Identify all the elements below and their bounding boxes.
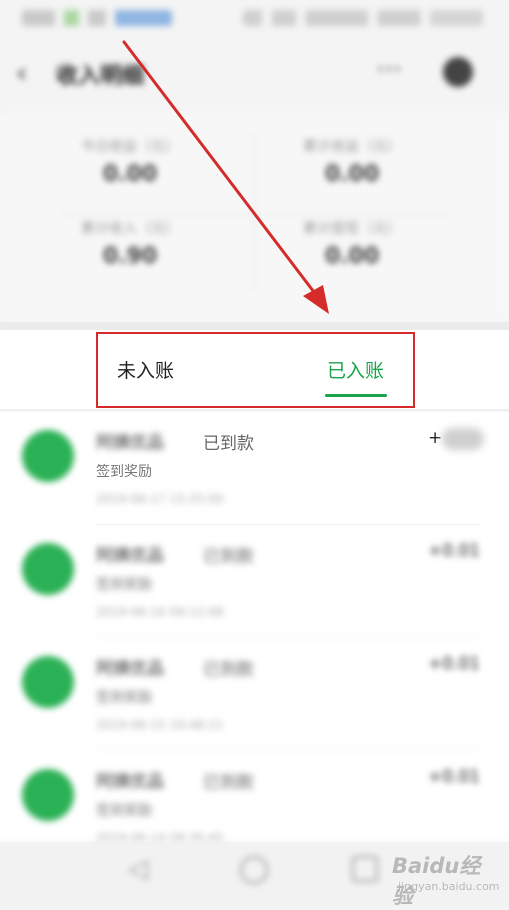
stats-divider-vertical (254, 132, 255, 292)
stat-total-income: 累计收入（元） 0.90 (40, 218, 220, 269)
amount-redaction (442, 428, 484, 450)
stats-divider-horizontal (60, 214, 450, 215)
tabs-divider (0, 409, 509, 410)
item-name: 阿姨优品 (96, 659, 164, 679)
status-bar-right-icons (243, 10, 483, 26)
list-item[interactable]: 阿姨优品 已到款 +0.01 签到奖励 2019-06-15 10:48:21 (0, 638, 509, 751)
item-name: 阿姨优品 (96, 546, 164, 566)
nav-back-icon[interactable]: ◁ (128, 854, 148, 884)
item-name: 阿姨优品 (96, 772, 164, 792)
item-description: 签到奖励 (96, 464, 152, 480)
item-status: 已到款 (203, 434, 254, 454)
app-header: ‹ 收入明细 ⋯ (0, 42, 509, 102)
page-title: 收入明细 (56, 64, 145, 89)
more-icon[interactable]: ⋯ (376, 54, 402, 84)
annotation-highlight-box (96, 332, 415, 408)
merchant-avatar (22, 656, 74, 708)
stat-label: 累计收益（元） (303, 139, 401, 155)
merchant-avatar (22, 769, 74, 821)
merchant-avatar (22, 430, 74, 482)
item-date: 2019-06-15 10:48:21 (96, 718, 224, 732)
item-description: 签到奖励 (96, 577, 152, 593)
item-amount: +0.01 (428, 541, 481, 561)
item-name: 阿姨优品 (96, 433, 164, 453)
stat-value: 0.00 (324, 162, 380, 187)
item-amount: +0.01 (428, 767, 481, 787)
item-description: 签到奖励 (96, 690, 152, 706)
stat-label: 今日收益（元） (81, 139, 179, 155)
baidu-watermark: Baidu经验 jingyan.baidu.com (392, 850, 500, 908)
merchant-avatar (22, 543, 74, 595)
nav-home-icon[interactable] (240, 856, 268, 884)
settings-icon[interactable] (443, 57, 473, 87)
item-status: 已到款 (203, 660, 254, 680)
status-bar (0, 0, 509, 38)
stat-value: 0.00 (324, 244, 380, 269)
stat-value: 0.00 (102, 162, 158, 187)
list-item[interactable]: 阿姨优品 已到款 + 签到奖励 2019-06-17 15:25:00 (0, 412, 509, 525)
earnings-summary: 今日收益（元） 0.00 累计收益（元） 0.00 累计收入（元） 0.90 累… (0, 112, 509, 322)
nav-recent-icon[interactable] (352, 856, 378, 882)
list-item[interactable]: 阿姨优品 已到款 +0.01 签到奖励 2019-06-16 09:12:08 (0, 525, 509, 638)
item-amount: + (428, 428, 443, 448)
item-description: 签到奖励 (96, 803, 152, 819)
item-date: 2019-06-16 09:12:08 (96, 605, 224, 619)
item-status: 已到款 (203, 773, 254, 793)
income-list: 阿姨优品 已到款 + 签到奖励 2019-06-17 15:25:00 阿姨优品… (0, 412, 509, 845)
stat-total-earnings: 累计收益（元） 0.00 (262, 136, 442, 187)
item-date: 2019-06-17 15:25:00 (96, 492, 224, 506)
stat-label: 累计提现（元） (303, 221, 401, 237)
item-amount: +0.01 (428, 654, 481, 674)
back-arrow-icon[interactable]: ‹ (16, 56, 27, 89)
stat-today: 今日收益（元） 0.00 (40, 136, 220, 187)
stat-total-withdrawn: 累计提现（元） 0.00 (262, 218, 442, 269)
stat-label: 累计收入（元） (81, 221, 179, 237)
item-status: 已到款 (203, 547, 254, 567)
watermark-url: jingyan.baidu.com (398, 880, 500, 893)
stat-value: 0.90 (102, 244, 158, 269)
status-bar-left-icons (22, 10, 172, 26)
